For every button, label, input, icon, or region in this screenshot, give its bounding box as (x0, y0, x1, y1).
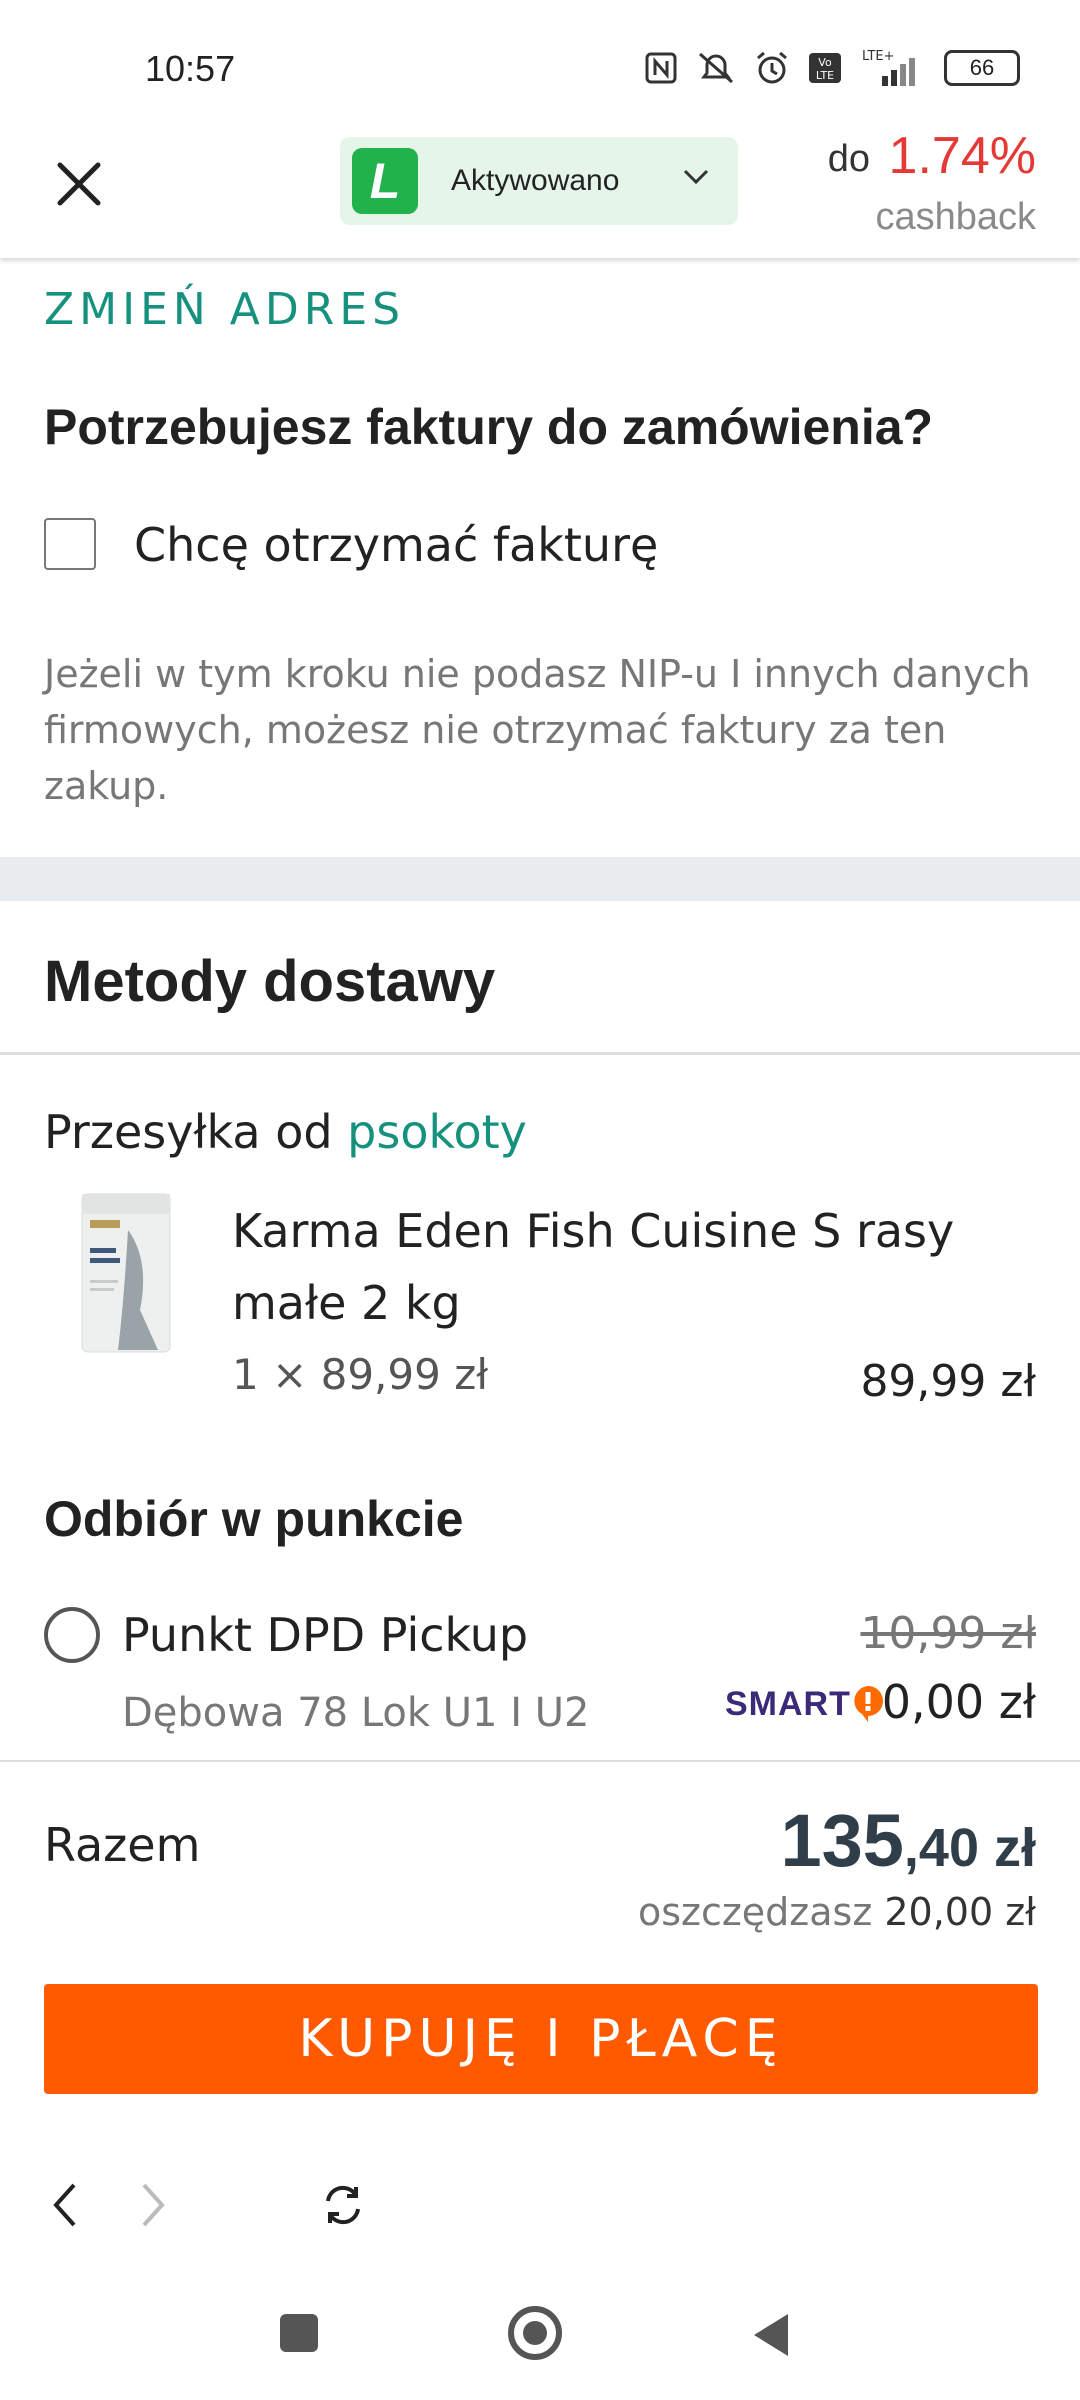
divider (0, 1052, 1080, 1055)
old-price: 10,99 zł (860, 1608, 1036, 1659)
system-back-icon[interactable] (750, 2310, 792, 2360)
cashback-prefix: do (827, 138, 870, 180)
smart-badge-icon (854, 1686, 883, 1722)
smart-badge: SMART (725, 1684, 885, 1724)
status-icons: Vo LTE LTE+ 66 (644, 48, 1020, 88)
divider (0, 1760, 1080, 1762)
signal-icon: LTE+ (862, 49, 915, 86)
pickup-radio[interactable] (44, 1607, 100, 1663)
extension-status: Aktywowano (451, 164, 620, 197)
smart-label: SMART (725, 1684, 851, 1723)
status-time: 10:57 (145, 48, 236, 89)
alarm-icon (757, 51, 787, 84)
total-label: Razem (44, 1818, 201, 1872)
back-arrow-icon[interactable] (42, 2175, 88, 2235)
total-amount-rest: ,40 zł (903, 1818, 1036, 1878)
total-amount-int: 135 (780, 1799, 904, 1882)
product-name: Karma Eden Fish Cuisine S rasy małe 2 kg (232, 1204, 955, 1330)
invoice-checkbox-label[interactable]: Chcę otrzymać fakturę (134, 518, 658, 572)
svg-text:LTE: LTE (816, 69, 834, 82)
volte-icon: VoLTE (809, 53, 841, 83)
invoice-hint: Jeżeli w tym kroku nie podasz NIP-u I in… (44, 652, 1031, 808)
recent-apps-button[interactable] (280, 2314, 318, 2352)
pickup-option-name[interactable]: Punkt DPD Pickup (122, 1608, 528, 1662)
change-address-link[interactable]: ZMIEŃ ADRES (44, 284, 405, 335)
seller-link[interactable]: psokoty (347, 1105, 527, 1159)
shipping-price: 0,00 zł (881, 1675, 1036, 1729)
reload-icon[interactable] (318, 2175, 368, 2235)
extension-logo: L (352, 148, 418, 214)
savings-label: oszczędzasz (637, 1890, 873, 1934)
section-divider (0, 857, 1080, 901)
battery-icon: 66 (944, 50, 1020, 86)
savings-value: 20,00 zł (884, 1890, 1036, 1934)
cashback-value: 1.74% (888, 127, 1036, 185)
close-icon[interactable] (50, 155, 108, 213)
cashback-label: cashback (875, 196, 1036, 238)
shipment-from-label: Przesyłka od (44, 1105, 333, 1159)
forward-arrow-icon[interactable] (130, 2175, 176, 2235)
cashback-extension-dropdown[interactable]: L Aktywowano (340, 137, 738, 225)
home-button[interactable] (508, 2306, 562, 2360)
total-amount: 135,40 zł (780, 1798, 1036, 1883)
invoice-heading: Potrzebujesz faktury do zamówienia? (44, 399, 934, 455)
mute-bell-icon (699, 52, 733, 84)
nfc-icon (645, 52, 677, 84)
savings: oszczędzasz 20,00 zł (638, 1890, 1036, 1934)
shipment-from: Przesyłka od psokoty (44, 1105, 527, 1159)
product-image (81, 1193, 171, 1353)
svg-text:Vo: Vo (818, 56, 832, 69)
pickup-heading: Odbiór w punkcie (44, 1491, 464, 1547)
chevron-down-icon (683, 169, 709, 185)
product-total: 89,99 zł (860, 1356, 1036, 1407)
svg-text:LTE+: LTE+ (862, 49, 895, 64)
product-quantity-price: 1 × 89,99 zł (232, 1350, 489, 1399)
invoice-checkbox[interactable] (44, 518, 96, 570)
pickup-option-address: Dębowa 78 Lok U1 I U2 (122, 1690, 590, 1736)
buy-and-pay-button[interactable]: KUPUJĘ I PŁACĘ (44, 1984, 1038, 2094)
delivery-heading: Metody dostawy (44, 949, 496, 1014)
